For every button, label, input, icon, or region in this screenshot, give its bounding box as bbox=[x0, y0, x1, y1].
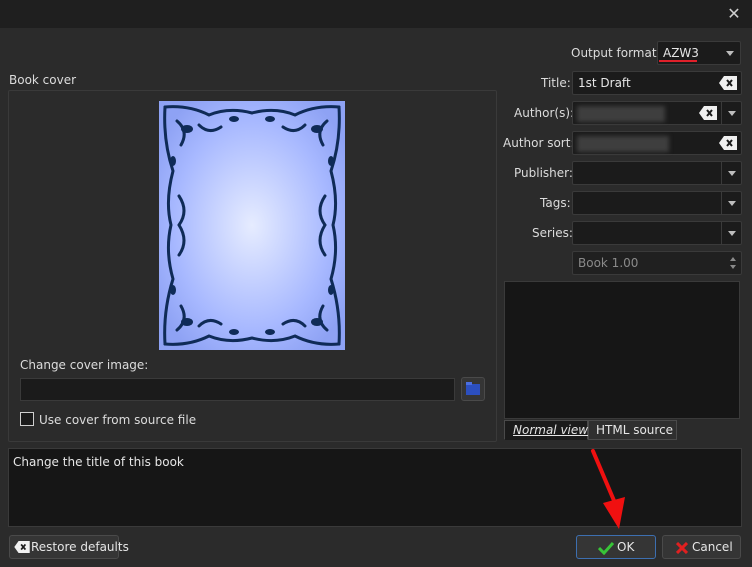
redacted-author bbox=[577, 106, 665, 122]
use-source-label: Use cover from source file bbox=[39, 413, 197, 427]
cancel-label: Cancel bbox=[692, 540, 733, 554]
redacted-author-sort bbox=[577, 136, 669, 152]
cancel-x-icon bbox=[676, 542, 688, 554]
tab-normal-view[interactable]: Normal view bbox=[504, 420, 588, 440]
spin-arrows-icon[interactable] bbox=[727, 254, 739, 272]
authors-label: Author(s): bbox=[514, 106, 575, 120]
restore-defaults-label: Restore defaults bbox=[31, 540, 129, 554]
title-bar: ✕ bbox=[0, 0, 752, 28]
chevron-down-icon[interactable] bbox=[721, 192, 741, 214]
ok-button[interactable]: OK bbox=[576, 535, 656, 559]
chevron-down-icon[interactable] bbox=[721, 102, 741, 124]
book-cover-heading: Book cover bbox=[9, 73, 77, 87]
series-label: Series: bbox=[532, 226, 573, 240]
title-value: 1st Draft bbox=[578, 76, 631, 90]
annotation-arrow bbox=[591, 449, 625, 529]
clear-icon bbox=[14, 541, 30, 553]
publisher-select[interactable] bbox=[572, 161, 742, 185]
browse-cover-button[interactable] bbox=[461, 377, 485, 401]
title-label: Title: bbox=[541, 76, 571, 90]
series-index-spinbox[interactable]: Book 1.00 bbox=[572, 251, 742, 275]
ok-label: OK bbox=[617, 540, 635, 554]
title-input[interactable]: 1st Draft bbox=[572, 71, 742, 95]
authors-input[interactable] bbox=[572, 101, 742, 125]
checkmark-icon bbox=[598, 541, 614, 555]
publisher-label: Publisher: bbox=[514, 166, 573, 180]
clear-authors-icon[interactable] bbox=[699, 106, 717, 120]
tab-normal-view-label: Normal view bbox=[513, 423, 589, 437]
tab-html-source[interactable]: HTML source bbox=[588, 420, 677, 440]
series-index-value: Book 1.00 bbox=[578, 256, 639, 270]
author-sort-input[interactable] bbox=[572, 131, 742, 155]
clear-title-icon[interactable] bbox=[719, 76, 737, 90]
cancel-button[interactable]: Cancel bbox=[662, 535, 741, 559]
chevron-down-icon[interactable] bbox=[721, 222, 741, 244]
tags-select[interactable] bbox=[572, 191, 742, 215]
help-text: Change the title of this book bbox=[13, 455, 184, 469]
output-format-label: Output format: bbox=[571, 46, 661, 60]
cover-image bbox=[159, 101, 345, 350]
output-format-value: AZW3 bbox=[663, 46, 699, 60]
clear-author-sort-icon[interactable] bbox=[719, 136, 737, 150]
change-cover-label: Change cover image: bbox=[20, 358, 149, 372]
restore-defaults-button[interactable]: Restore defaults bbox=[9, 535, 129, 559]
use-source-checkbox[interactable] bbox=[20, 412, 34, 426]
chevron-down-icon bbox=[720, 42, 740, 64]
chevron-down-icon[interactable] bbox=[721, 162, 741, 184]
series-select[interactable] bbox=[572, 221, 742, 245]
tab-html-source-label: HTML source bbox=[596, 423, 674, 437]
tags-label: Tags: bbox=[540, 196, 571, 210]
format-underline bbox=[659, 60, 697, 62]
folder-icon bbox=[466, 382, 480, 395]
author-sort-label: Author sort: bbox=[503, 136, 575, 150]
cover-path-input[interactable] bbox=[20, 378, 455, 401]
comments-editor[interactable] bbox=[504, 281, 740, 419]
close-icon[interactable]: ✕ bbox=[724, 4, 744, 24]
